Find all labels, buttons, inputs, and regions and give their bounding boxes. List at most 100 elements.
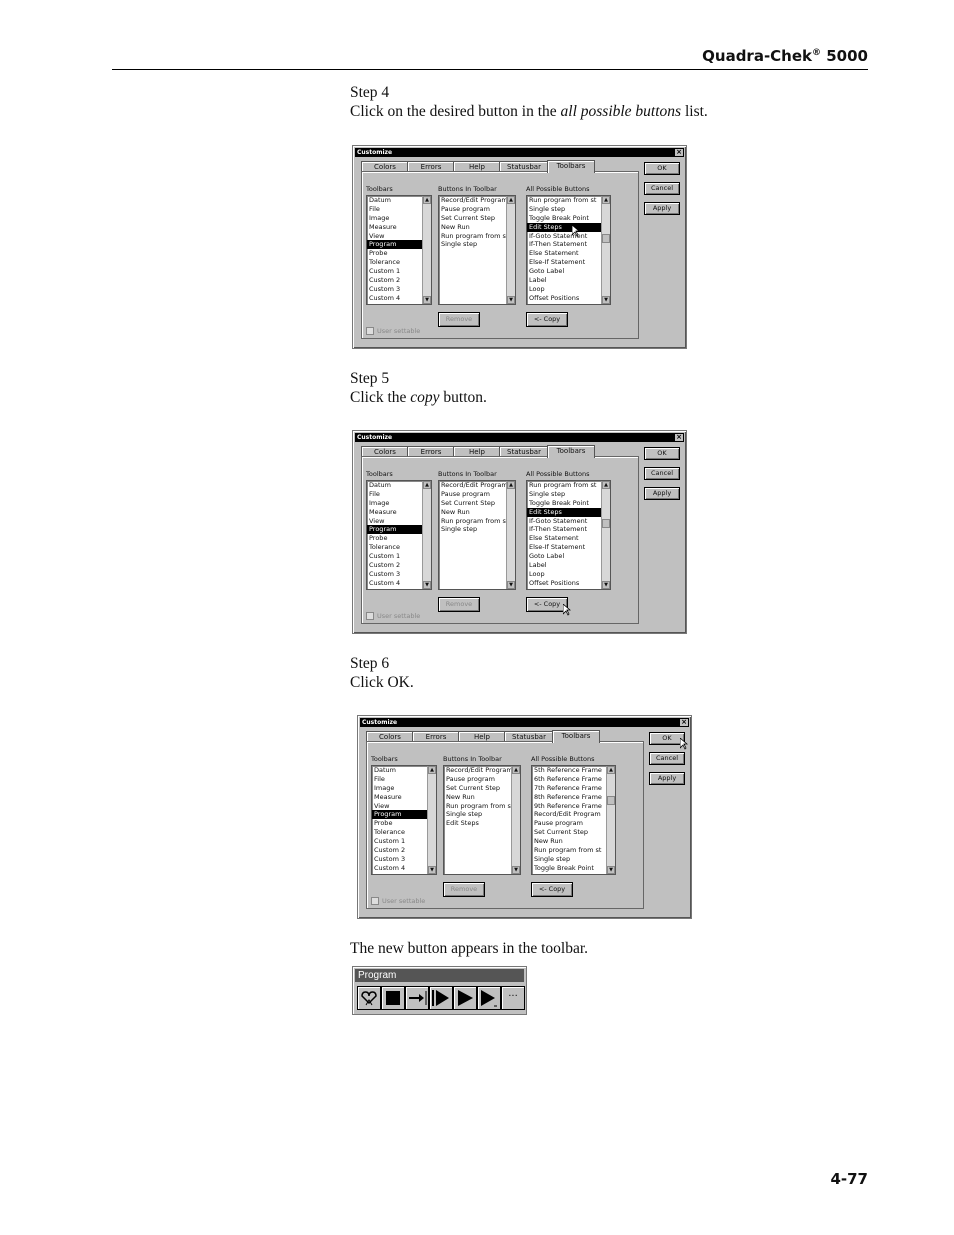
scroll-down-icon[interactable]: ▼ xyxy=(607,866,615,874)
scrollbar[interactable]: ▲ ▼ xyxy=(601,196,610,304)
tab-toolbars[interactable]: Toolbars xyxy=(552,730,600,743)
scrollbar[interactable]: ▲ ▼ xyxy=(422,196,431,304)
buttons-in-toolbar-list[interactable]: Record/Edit Program Pause program Set Curr… xyxy=(438,195,516,305)
apply-button[interactable]: Apply xyxy=(644,487,680,500)
list-item[interactable]: 9th Reference Frame xyxy=(532,802,615,811)
list-item[interactable]: Set Current Step xyxy=(532,828,615,837)
scrollbar[interactable]: ▲ ▼ xyxy=(506,481,515,589)
list-item[interactable]: Run program from st xyxy=(439,517,515,526)
list-item[interactable]: Toggle Break Point xyxy=(527,499,610,508)
list-item[interactable]: If-Goto Statement xyxy=(527,517,610,526)
step-arrow-icon[interactable] xyxy=(405,986,429,1010)
list-item[interactable]: If-Then Statement xyxy=(527,240,610,249)
list-item[interactable]: Goto Label xyxy=(527,267,610,276)
list-item[interactable]: Else-If Statement xyxy=(527,543,610,552)
scroll-up-icon[interactable]: ▲ xyxy=(602,196,610,204)
stop-icon[interactable] xyxy=(381,986,405,1010)
list-item[interactable]: Pause program xyxy=(439,490,515,499)
list-item[interactable]: Run program from st xyxy=(527,481,610,490)
scroll-up-icon[interactable]: ▲ xyxy=(507,481,515,489)
list-item[interactable]: Single step xyxy=(527,205,610,214)
scroll-thumb[interactable] xyxy=(607,796,615,805)
list-item[interactable]: Set Current Step xyxy=(439,214,515,223)
toolbars-list[interactable]: Datum File Image Measure View Program Probe Tol… xyxy=(366,195,432,305)
play-icon[interactable] xyxy=(453,986,477,1010)
buttons-in-toolbar-list[interactable]: Record/Edit Program Pause program Set Curr… xyxy=(438,480,516,590)
list-item[interactable]: Edit Steps xyxy=(527,507,610,517)
cancel-button[interactable]: Cancel xyxy=(649,752,685,765)
heart-run-icon[interactable] xyxy=(357,986,381,1010)
list-item[interactable]: Else Statement xyxy=(527,534,610,543)
list-item[interactable]: Single step xyxy=(527,490,610,499)
close-icon[interactable]: × xyxy=(680,719,688,726)
copy-button[interactable]: <- Copy xyxy=(526,597,568,612)
list-item[interactable]: Edit Steps xyxy=(444,819,520,828)
scroll-up-icon[interactable]: ▲ xyxy=(507,196,515,204)
close-icon[interactable]: × xyxy=(675,149,683,156)
user-settable-checkbox[interactable]: User settable xyxy=(366,327,420,335)
scroll-down-icon[interactable]: ▼ xyxy=(507,581,515,589)
list-item[interactable]: Run program from st xyxy=(532,846,615,855)
list-item[interactable]: Label xyxy=(527,561,610,570)
checkbox-box[interactable] xyxy=(366,327,374,335)
list-item[interactable]: Run program from st xyxy=(527,196,610,205)
list-item[interactable]: Run program from st xyxy=(444,802,520,811)
apply-button[interactable]: Apply xyxy=(649,772,685,785)
scrollbar[interactable]: ▲ ▼ xyxy=(511,766,520,874)
scroll-down-icon[interactable]: ▼ xyxy=(428,866,436,874)
scroll-up-icon[interactable]: ▲ xyxy=(428,766,436,774)
user-settable-checkbox[interactable]: User settable xyxy=(366,612,420,620)
scroll-thumb[interactable] xyxy=(602,519,610,528)
scroll-down-icon[interactable]: ▼ xyxy=(602,581,610,589)
list-item[interactable]: Record/Edit Program xyxy=(532,810,615,819)
list-item[interactable]: Pause program xyxy=(532,819,615,828)
scroll-up-icon[interactable]: ▲ xyxy=(423,196,431,204)
ellipsis-icon[interactable]: ··· xyxy=(501,986,525,1010)
list-item[interactable]: Record/Edit Program xyxy=(439,481,515,490)
list-item[interactable]: Offset Positions xyxy=(527,294,610,303)
ok-button[interactable]: OK xyxy=(644,447,680,460)
list-item[interactable]: New Run xyxy=(439,508,515,517)
scrollbar[interactable]: ▲ ▼ xyxy=(506,196,515,304)
list-item[interactable]: Record/Edit Program xyxy=(439,196,515,205)
list-item[interactable]: Label xyxy=(527,276,610,285)
cancel-button[interactable]: Cancel xyxy=(644,467,680,480)
scrollbar[interactable]: ▲ ▼ xyxy=(422,481,431,589)
ok-button[interactable]: OK xyxy=(644,162,680,175)
list-item[interactable]: Loop xyxy=(527,285,610,294)
list-item[interactable]: Edit Steps xyxy=(527,222,610,232)
list-item[interactable]: New Run xyxy=(532,837,615,846)
scrollbar[interactable]: ▲ ▼ xyxy=(601,481,610,589)
list-item[interactable]: Loop xyxy=(527,570,610,579)
apply-button[interactable]: Apply xyxy=(644,202,680,215)
remove-button[interactable]: Remove xyxy=(438,312,480,327)
list-item[interactable]: Run program from st xyxy=(439,232,515,241)
scroll-down-icon[interactable]: ▼ xyxy=(602,296,610,304)
list-item[interactable]: Toggle Break Point xyxy=(527,214,610,223)
list-item[interactable]: Single step xyxy=(532,855,615,864)
list-item[interactable]: 5th Reference Frame xyxy=(532,766,615,775)
tab-toolbars[interactable]: Toolbars xyxy=(547,445,595,458)
list-item[interactable]: Else-If Statement xyxy=(527,258,610,267)
list-item[interactable]: Toggle Break Point xyxy=(532,864,615,873)
all-possible-buttons-list[interactable]: 5th Reference Frame 6th Reference Frame 7t… xyxy=(531,765,616,875)
list-item[interactable]: Single step xyxy=(439,525,515,534)
play-sub-icon[interactable] xyxy=(477,986,501,1010)
list-item[interactable]: Set Current Step xyxy=(439,499,515,508)
buttons-in-toolbar-list[interactable]: Record/Edit Program Pause program Set Curr… xyxy=(443,765,521,875)
checkbox-box[interactable] xyxy=(366,612,374,620)
scroll-down-icon[interactable]: ▼ xyxy=(507,296,515,304)
user-settable-checkbox[interactable]: User settable xyxy=(371,897,425,905)
play-bar-icon[interactable] xyxy=(429,986,453,1010)
list-item[interactable]: Set Current Step xyxy=(444,784,520,793)
list-item[interactable]: Single step xyxy=(444,810,520,819)
copy-button[interactable]: <- Copy xyxy=(531,882,573,897)
list-item[interactable]: Offset Positions xyxy=(527,579,610,588)
scrollbar[interactable]: ▲ ▼ xyxy=(606,766,615,874)
list-item[interactable]: New Run xyxy=(439,223,515,232)
list-item[interactable]: Goto Label xyxy=(527,552,610,561)
scroll-up-icon[interactable]: ▲ xyxy=(607,766,615,774)
list-item[interactable]: 6th Reference Frame xyxy=(532,775,615,784)
scroll-down-icon[interactable]: ▼ xyxy=(423,296,431,304)
close-icon[interactable]: × xyxy=(675,434,683,441)
